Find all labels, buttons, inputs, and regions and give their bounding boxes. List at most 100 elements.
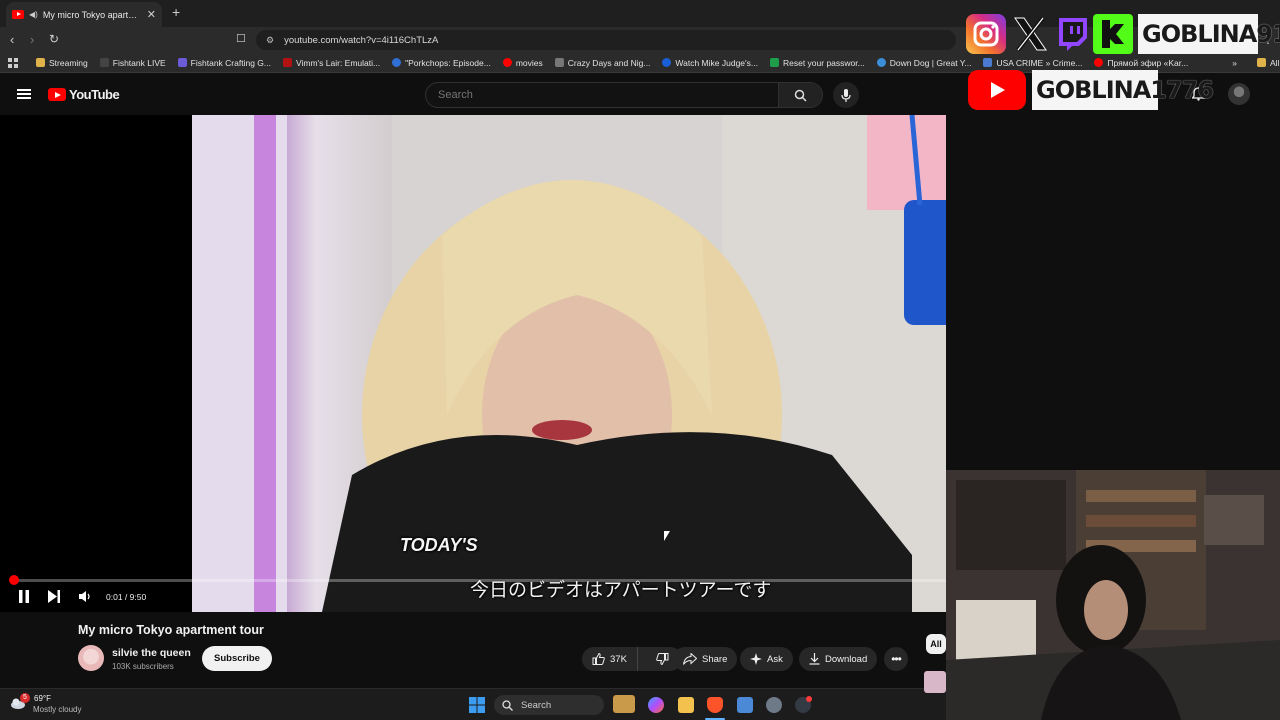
chip-all[interactable]: All [926,634,946,654]
youtube-icon [502,58,512,67]
bookmark-item[interactable]: Crazy Days and Nig... [549,58,657,68]
handle-2: GOBLINA1776 [1036,76,1214,104]
reload-icon[interactable]: ↻ [49,32,59,46]
video-scene [192,115,946,612]
new-tab-button[interactable]: + [172,4,180,20]
like-count: 37K [610,653,627,665]
thumbnail-icon [924,671,946,693]
video-title: My micro Tokyo apartment tour [78,623,264,637]
voice-search-button[interactable] [833,82,859,108]
subscribe-button[interactable]: Subscribe [202,646,272,671]
youtube-play-icon [48,88,66,101]
bookmark-item[interactable]: Watch Mike Judge's... [656,58,764,68]
back-icon[interactable]: ‹ [10,32,14,47]
like-dislike-group: 37K [582,647,682,671]
kick-icon [1093,14,1133,54]
pause-icon [19,590,29,603]
youtube-logo[interactable]: YouTube [48,87,120,102]
folder-icon [1256,58,1266,67]
taskbar: 5 69°F Mostly cloudy Search [0,671,946,720]
search-icon [502,699,513,711]
twitch-icon [1053,14,1093,54]
forward-icon[interactable]: › [30,32,34,47]
bookmark-item[interactable]: movies [497,58,549,68]
tab-close-icon[interactable]: ✕ [147,8,156,21]
bookmark-item[interactable]: Fishtank Crafting G... [172,58,277,68]
more-horizontal-icon: ••• [891,652,902,666]
guide-menu-icon[interactable] [17,89,31,99]
time-display: 0:01 / 9:50 [106,592,147,602]
settings-icon[interactable] [766,697,782,713]
video-frame [192,115,946,612]
video-player[interactable]: TODAY'S 今日のビデオはアパートツアーです 0:01 / 9:50 [0,115,946,612]
weather-badge: 5 [20,693,30,703]
like-button[interactable]: 37K [582,647,638,671]
stream-social-overlay: GOBLINA911 GOBLINA1776 [966,12,1280,110]
youtube-favicon-icon [12,10,24,19]
mic-icon [841,88,851,102]
search-icon [794,89,807,102]
x-icon [1010,14,1050,54]
site-icon [662,58,672,67]
weather-desc: Mostly cloudy [33,705,82,714]
download-icon [809,653,820,665]
site-icon [392,58,402,67]
vimm-icon [282,58,292,67]
bookmark-item[interactable]: Reset your passwor... [764,58,871,68]
notepad-icon[interactable] [737,697,753,713]
subscriber-count: 103K subscribers [112,662,174,671]
mouse-cursor [664,531,670,541]
search-box [425,82,823,108]
url-text: youtube.com/watch?v=4i116ChTLzA [284,34,439,46]
site-icon [876,58,886,67]
apps-icon[interactable] [0,57,30,68]
speaker-icon[interactable]: ◀) [29,10,38,19]
more-actions-button[interactable]: ••• [884,647,908,671]
folder-icon [36,58,45,67]
bookmark-item[interactable]: Vimm's Lair: Emulati... [277,58,386,68]
next-button[interactable] [48,590,60,605]
download-button[interactable]: Download [799,647,878,671]
instagram-icon [966,14,1006,54]
thumbs-down-icon [656,653,669,665]
start-icon[interactable] [469,697,485,713]
pause-button[interactable] [18,590,30,605]
site-icon [769,58,779,67]
bookmark-item[interactable]: Streaming [30,58,94,68]
bookmark-item[interactable]: Fishtank LIVE [94,58,172,68]
tab-title: My micro Tokyo apartment tour [42,9,142,20]
crafting-icon [177,58,187,67]
volume-icon [79,591,90,602]
share-icon [683,653,697,665]
ask-button[interactable]: Ask [740,647,793,671]
brave-browser-icon[interactable] [707,697,723,713]
fishtank-icon [99,58,109,67]
weather-temp: 69°F [34,694,51,703]
progress-bar[interactable] [9,575,946,585]
bookmark-icon[interactable]: ☐ [236,32,246,45]
subtitle-english: TODAY'S [400,535,478,555]
bookmark-item[interactable]: Down Dog | Great Y... [871,58,978,68]
copilot-icon[interactable] [648,697,664,713]
webcam-scene [946,470,1280,720]
next-icon [48,590,60,603]
volume-button[interactable] [79,590,91,605]
search-highlight-icon[interactable] [613,695,635,713]
file-explorer-icon[interactable] [678,697,694,713]
channel-avatar[interactable] [78,645,104,671]
tab-active[interactable]: ◀) My micro Tokyo apartment tour ✕ [6,2,162,27]
bookmark-item[interactable]: "Porkchops: Episode... [386,58,497,68]
site-info-icon[interactable]: ⚙ [266,35,274,46]
url-field[interactable]: ⚙ youtube.com/watch?v=4i116ChTLzA [256,30,956,50]
thumbs-up-icon [592,653,605,665]
streamer-webcam [946,470,1280,720]
notification-dot [806,696,812,702]
page-icon [554,58,564,67]
search-input[interactable] [426,83,778,107]
search-button[interactable] [778,83,822,107]
share-button[interactable]: Share [673,647,738,671]
handle-1: GOBLINA911 [1142,20,1280,48]
channel-name[interactable]: silvie the queen [112,647,191,659]
sparkle-icon [750,653,762,665]
taskbar-search[interactable]: Search [494,695,604,715]
